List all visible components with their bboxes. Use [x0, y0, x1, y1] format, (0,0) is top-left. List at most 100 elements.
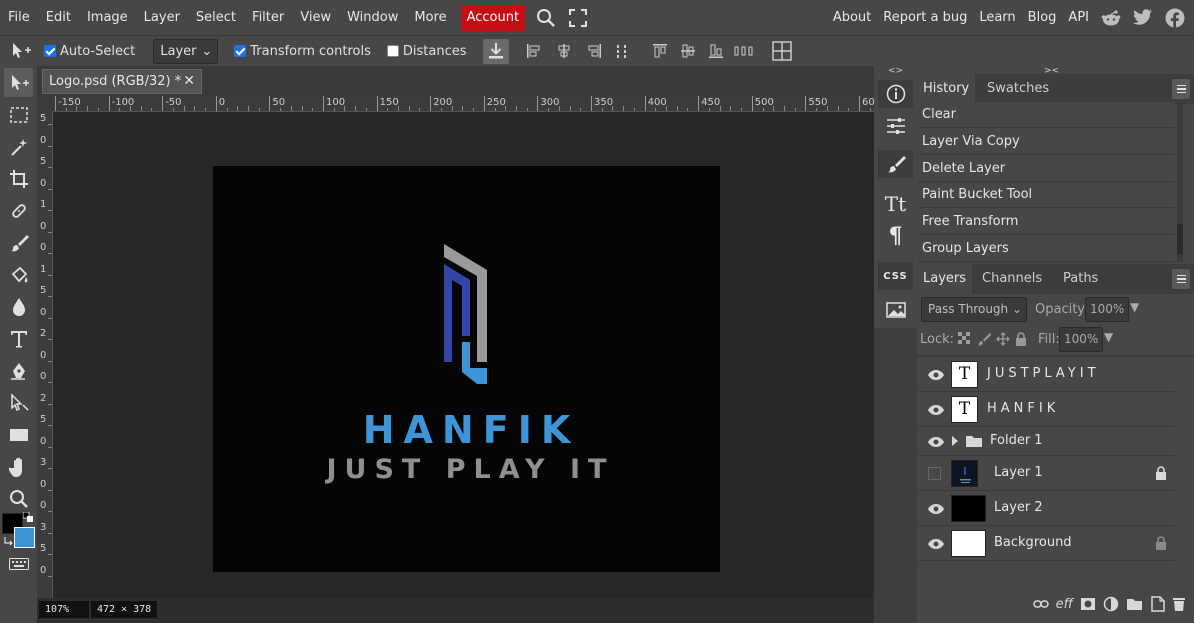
brush-tool-icon[interactable] [4, 228, 33, 257]
layer-row[interactable]: Layer 2 [919, 491, 1175, 526]
adjustment-layer-icon[interactable] [1103, 596, 1119, 612]
opacity-input[interactable]: 100% [1085, 297, 1129, 322]
menu-window[interactable]: Window [339, 5, 406, 31]
tab-paths[interactable]: Paths [1057, 264, 1104, 294]
link-learn[interactable]: Learn [973, 5, 1021, 31]
tab-channels[interactable]: Channels [976, 264, 1048, 294]
menu-layer[interactable]: Layer [136, 5, 188, 31]
eye-icon[interactable] [927, 404, 945, 416]
history-item[interactable]: Free Transform [919, 209, 1175, 235]
layer-row[interactable]: Background [919, 526, 1175, 561]
swap-colors-icon[interactable] [3, 535, 13, 546]
history-item[interactable]: Group Layers [919, 236, 1175, 262]
align-bottom-icon[interactable] [705, 43, 727, 59]
menu-select[interactable]: Select [188, 5, 244, 31]
distances-checkbox[interactable]: Distances [386, 44, 467, 59]
facebook-icon[interactable] [1164, 7, 1186, 29]
brush-settings-icon[interactable] [878, 150, 913, 178]
document-tab[interactable]: Logo.psd (RGB/32) * ✕ [42, 69, 202, 94]
align-center-h-icon[interactable] [553, 43, 575, 59]
path-select-tool-icon[interactable] [4, 388, 33, 417]
align-right-icon[interactable] [583, 43, 605, 59]
lock-transparency-icon[interactable] [958, 332, 972, 346]
layers-menu-icon[interactable] [1172, 269, 1190, 289]
fullscreen-icon[interactable] [565, 5, 591, 31]
twitter-icon[interactable] [1132, 7, 1154, 29]
marquee-tool-icon[interactable] [4, 100, 33, 129]
css-icon[interactable]: CSS [878, 262, 913, 290]
paragraph-icon[interactable]: ¶ [878, 222, 913, 250]
zoom-level[interactable]: 107% [39, 601, 89, 618]
layer-effects-icon[interactable]: eff [1056, 597, 1073, 612]
fill-dropdown-icon[interactable]: ▼ [1104, 330, 1113, 344]
move-tool-icon[interactable] [4, 68, 33, 97]
background-color-swatch[interactable] [14, 527, 35, 548]
align-left-icon[interactable] [523, 43, 545, 59]
history-item[interactable]: Delete Layer [919, 156, 1175, 182]
history-item[interactable]: Layer Via Copy [919, 129, 1175, 155]
history-item[interactable]: Paint Bucket Tool [919, 182, 1175, 208]
layer-mask-icon[interactable] [1080, 597, 1096, 611]
menu-file[interactable]: File [0, 5, 38, 31]
align-middle-v-icon[interactable] [677, 43, 699, 59]
lock-pixels-icon[interactable] [977, 332, 992, 346]
magic-wand-tool-icon[interactable] [4, 132, 33, 161]
history-item[interactable]: Clear [919, 102, 1175, 128]
menu-image[interactable]: Image [79, 5, 136, 31]
transform-controls-checkbox[interactable]: Transform controls [234, 44, 371, 59]
lock-all-icon[interactable] [1015, 332, 1029, 346]
canvas[interactable]: HANFIK JUST PLAY IT [213, 166, 720, 572]
layer-row[interactable]: Folder 1 [919, 427, 1175, 456]
character-icon[interactable]: Tt [878, 190, 913, 218]
opacity-dropdown-icon[interactable]: ▼ [1130, 300, 1139, 314]
distribute-h-icon[interactable] [611, 43, 633, 59]
menu-view[interactable]: View [292, 5, 339, 31]
zoom-tool-icon[interactable] [4, 484, 33, 513]
blend-mode-dropdown[interactable]: Pass Through ⌄ [921, 297, 1027, 322]
auto-select-checkbox[interactable]: Auto-Select [44, 44, 135, 59]
fill-input[interactable]: 100% [1059, 327, 1103, 352]
collapse-strip-icon[interactable]: <> [888, 66, 903, 76]
default-colors-icon[interactable] [22, 511, 33, 522]
new-layer-icon[interactable] [1150, 596, 1165, 612]
eye-icon[interactable] [927, 503, 945, 515]
info-icon[interactable] [878, 80, 913, 108]
eye-icon[interactable] [927, 369, 945, 381]
grid-icon[interactable] [771, 41, 793, 61]
menu-more[interactable]: More [406, 5, 454, 31]
close-icon[interactable]: ✕ [183, 70, 195, 93]
pen-tool-icon[interactable] [4, 356, 33, 385]
layer-row[interactable]: T HANFIK [919, 392, 1175, 427]
hand-tool-icon[interactable] [4, 452, 33, 481]
visibility-toggle[interactable] [928, 467, 941, 480]
clone-stamp-tool-icon[interactable] [4, 260, 33, 289]
type-tool-icon[interactable] [4, 324, 33, 353]
search-icon[interactable] [533, 5, 559, 31]
align-top-icon[interactable] [649, 43, 671, 59]
delete-layer-icon[interactable] [1172, 596, 1186, 612]
tab-swatches[interactable]: Swatches [981, 74, 1055, 104]
expand-arrow-icon[interactable] [950, 435, 960, 447]
link-layers-icon[interactable] [1032, 599, 1049, 609]
adjustments-icon[interactable] [878, 112, 913, 140]
layer-row[interactable]: T JUSTPLAYIT [919, 357, 1175, 392]
lock-position-icon[interactable] [996, 332, 1010, 346]
new-group-icon[interactable] [1126, 597, 1143, 611]
tab-history[interactable]: History [917, 74, 976, 104]
keyboard-icon[interactable] [4, 549, 33, 578]
link-report-bug[interactable]: Report a bug [877, 5, 973, 31]
distribute-v-icon[interactable] [733, 43, 755, 59]
menu-filter[interactable]: Filter [244, 5, 292, 31]
tab-layers[interactable]: Layers [917, 264, 973, 294]
menu-edit[interactable]: Edit [38, 5, 79, 31]
eye-icon[interactable] [927, 538, 945, 550]
eye-icon[interactable] [927, 436, 945, 448]
link-blog[interactable]: Blog [1022, 5, 1063, 31]
history-menu-icon[interactable] [1172, 79, 1190, 99]
healing-brush-tool-icon[interactable] [4, 196, 33, 225]
reddit-icon[interactable] [1100, 7, 1122, 29]
blur-tool-icon[interactable] [4, 292, 33, 321]
link-about[interactable]: About [827, 5, 877, 31]
history-scrollbar[interactable] [1177, 102, 1183, 262]
account-button[interactable]: Account [460, 4, 526, 31]
